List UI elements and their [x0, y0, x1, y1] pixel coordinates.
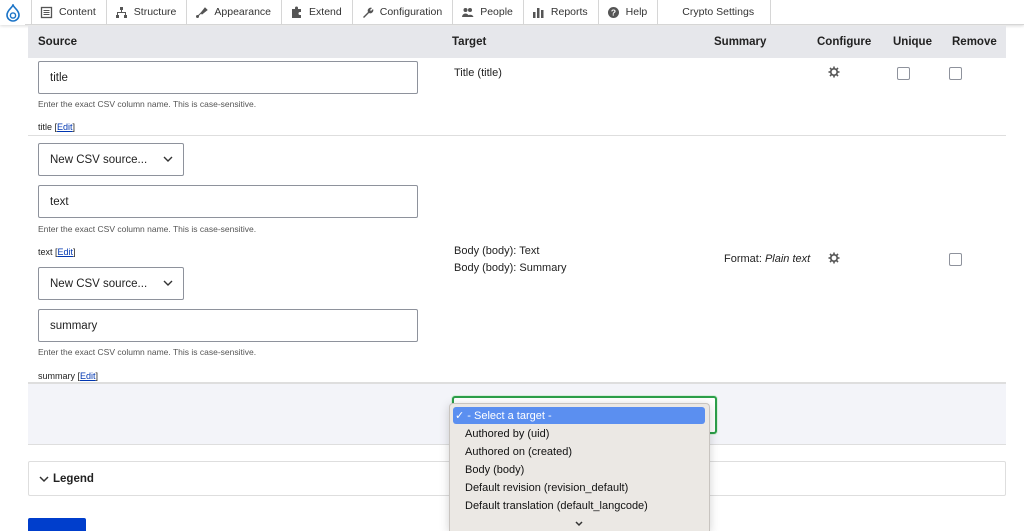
toolbar-reports[interactable]: Reports [522, 0, 598, 24]
svg-text:?: ? [611, 7, 616, 17]
toolbar-help-label: Help [625, 6, 648, 18]
edit-link[interactable]: Edit [57, 122, 73, 132]
toolbar-people-label: People [480, 6, 513, 18]
source-map-name: title [Edit] [38, 122, 76, 132]
toolbar-crypto-label: Crypto Settings [682, 6, 755, 18]
chevron-down-icon [39, 476, 49, 483]
people-icon [462, 7, 474, 17]
save-button[interactable] [28, 518, 86, 531]
toolbar-extend-label: Extend [309, 6, 342, 18]
csv-column-hint: Enter the exact CSV column name. This is… [38, 224, 257, 234]
csv-source-select-value: New CSV source... [50, 154, 148, 166]
table-row: title Enter the exact CSV column name. T… [28, 58, 1006, 136]
help-icon: ? [607, 6, 619, 18]
csv-column-value: title [50, 72, 68, 84]
toolbar-configuration[interactable]: Configuration [351, 0, 452, 24]
csv-column-value: text [50, 196, 69, 208]
toolbar-people[interactable]: People [452, 0, 523, 24]
target-dropdown-list: ✓ - Select a target - Authored by (uid) … [449, 403, 710, 531]
toolbar-structure-label: Structure [133, 6, 177, 18]
appearance-icon [196, 6, 209, 18]
table-header: Source Target Summary Configure Unique R… [28, 26, 1006, 58]
csv-source-select[interactable]: New CSV source... [38, 267, 184, 300]
csv-column-value: summary [50, 320, 98, 332]
format-summary-value: Plain text [764, 253, 811, 265]
extend-icon [292, 6, 302, 18]
target-body-summary: Body (body): Summary [454, 262, 567, 274]
reports-icon [532, 7, 544, 18]
toolbar-configuration-label: Configuration [379, 6, 443, 18]
header-unique: Unique [893, 36, 932, 48]
target-body-text: Body (body): Text [454, 245, 540, 257]
structure-icon [115, 6, 127, 18]
csv-column-hint: Enter the exact CSV column name. This is… [38, 347, 257, 357]
dropdown-option-authored-by[interactable]: Authored by (uid) [465, 428, 549, 440]
format-summary: Format: Plain text [724, 253, 810, 265]
dropdown-option-default-translation[interactable]: Default translation (default_langcode) [465, 500, 648, 512]
source-name-text: text [38, 247, 53, 257]
drupal-logo-icon[interactable] [0, 0, 25, 25]
dropdown-option-authored-on[interactable]: Authored on (created) [465, 446, 572, 458]
source-map-name: text [Edit] [38, 247, 76, 257]
wrench-icon [362, 7, 374, 18]
table-row: New CSV source... text Enter the exact C… [28, 136, 1006, 383]
toolbar-content-label: Content [59, 6, 96, 18]
header-source: Source [38, 36, 77, 48]
header-target: Target [452, 36, 487, 48]
toolbar-appearance[interactable]: Appearance [186, 0, 281, 24]
chevron-down-icon [163, 156, 173, 162]
csv-column-input[interactable]: title [38, 61, 418, 94]
remove-checkbox[interactable] [949, 67, 962, 80]
admin-toolbar: Content Structure Appearance Extend Conf… [0, 0, 1024, 25]
source-name-text: summary [38, 371, 76, 381]
toolbar-crypto-settings[interactable]: Crypto Settings [657, 0, 772, 24]
target-title: Title (title) [454, 67, 502, 79]
dropdown-option-body[interactable]: Body (body) [465, 464, 524, 476]
toolbar-content[interactable]: Content [31, 0, 106, 24]
toolbar-reports-label: Reports [550, 6, 588, 18]
dropdown-option-default-revision[interactable]: Default revision (revision_default) [465, 482, 628, 494]
unique-checkbox[interactable] [897, 67, 910, 80]
source-name-text: title [38, 122, 53, 132]
csv-column-input[interactable]: text [38, 185, 418, 218]
format-summary-prefix: Format: [724, 253, 765, 265]
legend-label: Legend [53, 473, 94, 485]
configure-gear-icon[interactable] [828, 66, 840, 78]
toolbar-appearance-label: Appearance [214, 6, 272, 18]
source-map-name: summary [Edit] [38, 371, 99, 381]
toolbar-help[interactable]: ? Help [597, 0, 658, 24]
scroll-down-chevron-icon[interactable] [574, 519, 584, 529]
remove-checkbox[interactable] [949, 253, 962, 266]
dropdown-option-select-target[interactable]: ✓ - Select a target - [453, 407, 705, 424]
configure-gear-icon[interactable] [828, 252, 840, 264]
edit-link[interactable]: Edit [58, 247, 74, 257]
chevron-down-icon [163, 280, 173, 286]
csv-column-hint: Enter the exact CSV column name. This is… [38, 99, 257, 109]
csv-source-select-value: New CSV source... [50, 278, 148, 290]
csv-column-input[interactable]: summary [38, 309, 418, 342]
header-configure: Configure [817, 36, 872, 48]
toolbar-extend[interactable]: Extend [281, 0, 352, 24]
edit-link[interactable]: Edit [80, 371, 96, 381]
header-summary: Summary [714, 36, 767, 48]
toolbar-structure[interactable]: Structure [105, 0, 187, 24]
csv-source-select[interactable]: New CSV source... [38, 143, 184, 176]
content-icon [40, 6, 53, 18]
header-remove: Remove [952, 36, 997, 48]
